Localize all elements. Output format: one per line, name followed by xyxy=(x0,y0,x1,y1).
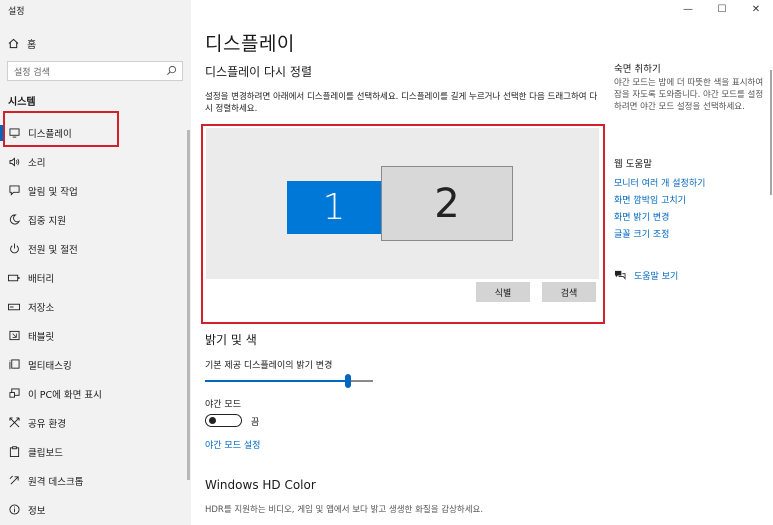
info-icon xyxy=(8,504,20,516)
maximize-button[interactable]: ☐ xyxy=(705,0,739,18)
brightness-label: 기본 제공 디스플레이의 밝기 변경 xyxy=(205,361,333,371)
help-link-multiple-monitors[interactable]: 모니터 여러 개 설정하기 xyxy=(614,178,705,195)
sleep-better-description: 야간 모드는 밤에 더 따뜻한 색을 표시하여 잠을 자도록 도와줍니다. 야간… xyxy=(614,78,764,112)
help-link-brightness[interactable]: 화면 밝기 변경 xyxy=(614,212,705,229)
sidebar-item-shared[interactable]: 공유 환경 xyxy=(0,408,191,437)
nav-list: 디스플레이 소리 알림 및 작업 집중 지원 전원 및 절전 배터리 저장소 태… xyxy=(0,118,191,524)
web-help-title: 웹 도움말 xyxy=(614,159,652,170)
sidebar-item-label: 저장소 xyxy=(28,302,55,314)
night-mode-label: 야간 모드 xyxy=(205,400,241,410)
app-title: 설정 xyxy=(8,7,25,17)
help-link-font-size[interactable]: 글꼴 크기 조정 xyxy=(614,229,705,246)
brightness-slider[interactable] xyxy=(205,374,373,388)
arrange-title: 디스플레이 다시 정렬 xyxy=(205,65,312,79)
sidebar-item-storage[interactable]: 저장소 xyxy=(0,292,191,321)
help-link-screen-flicker[interactable]: 화면 깜박임 고치기 xyxy=(614,195,705,212)
section-label: 시스템 xyxy=(8,97,36,108)
battery-icon xyxy=(8,272,20,284)
sidebar-item-multitasking[interactable]: 멀티태스킹 xyxy=(0,350,191,379)
window-controls: — ☐ ✕ xyxy=(671,0,773,18)
project-icon xyxy=(8,388,20,400)
multitasking-icon xyxy=(8,359,20,371)
notification-icon xyxy=(8,185,20,197)
get-help-label: 도움말 보기 xyxy=(634,272,679,282)
sidebar-item-label: 소리 xyxy=(28,157,46,169)
sidebar-item-label: 이 PC에 화면 표시 xyxy=(28,389,102,401)
sidebar-item-clipboard[interactable]: 클립보드 xyxy=(0,437,191,466)
power-icon xyxy=(8,243,20,255)
brightness-slider-fill xyxy=(205,380,348,382)
minimize-button[interactable]: — xyxy=(671,0,705,18)
arrangement-highlight-box xyxy=(201,124,605,324)
sidebar-item-remote-desktop[interactable]: 원격 데스크톱 xyxy=(0,466,191,495)
sidebar-item-label: 원격 데스크톱 xyxy=(28,476,84,488)
hdr-description: HDR를 지원하는 비디오, 게임 및 앱에서 보다 밝고 생생한 화질을 감상… xyxy=(205,505,484,515)
sidebar-item-label: 전원 및 절전 xyxy=(28,244,78,256)
moon-icon xyxy=(8,214,20,226)
sidebar-item-project[interactable]: 이 PC에 화면 표시 xyxy=(0,379,191,408)
display-highlight-box xyxy=(3,111,119,147)
search-input[interactable]: 설정 검색 xyxy=(7,61,183,81)
hdr-title: Windows HD Color xyxy=(205,478,316,492)
sidebar-item-label: 태블릿 xyxy=(28,331,55,343)
clipboard-icon xyxy=(8,446,20,458)
speaker-icon xyxy=(8,156,20,168)
search-icon xyxy=(167,65,177,75)
remote-desktop-icon xyxy=(8,475,20,487)
shared-icon xyxy=(8,417,20,429)
tablet-icon xyxy=(8,330,20,342)
get-help-link[interactable]: 도움말 보기 xyxy=(614,269,678,282)
home-icon xyxy=(8,38,19,49)
sidebar-item-label: 홈 xyxy=(27,40,37,51)
right-scrollbar[interactable] xyxy=(770,70,772,195)
sidebar-item-label: 알림 및 작업 xyxy=(28,186,78,198)
sidebar-item-power[interactable]: 전원 및 절전 xyxy=(0,234,191,263)
sidebar-item-label: 정보 xyxy=(28,505,46,517)
sidebar-item-label: 멀티태스킹 xyxy=(28,360,72,372)
arrange-description: 설정을 변경하려면 아래에서 디스플레이를 선택하세요. 디스플레이를 길게 누… xyxy=(205,92,598,114)
night-mode-toggle[interactable] xyxy=(205,414,242,427)
sidebar-item-label: 클립보드 xyxy=(28,447,63,459)
storage-icon xyxy=(8,301,20,313)
sidebar-item-home[interactable]: 홈 xyxy=(8,36,36,51)
toggle-knob xyxy=(209,417,216,424)
close-button[interactable]: ✕ xyxy=(739,0,773,18)
chat-help-icon xyxy=(614,270,626,280)
sidebar-scrollbar[interactable] xyxy=(187,130,190,480)
brightness-slider-thumb[interactable] xyxy=(344,374,351,388)
sidebar: 설정 홈 설정 검색 시스템 디스플레이 소리 알림 및 작업 집중 지원 전원… xyxy=(0,0,191,525)
night-mode-state: 끔 xyxy=(251,418,260,428)
page-title: 디스플레이 xyxy=(205,33,295,55)
sidebar-item-tablet[interactable]: 태블릿 xyxy=(0,321,191,350)
night-mode-settings-link[interactable]: 야간 모드 설정 xyxy=(205,438,260,451)
search-placeholder: 설정 검색 xyxy=(14,67,50,78)
sidebar-item-label: 집중 지원 xyxy=(28,215,66,227)
sidebar-item-focus-assist[interactable]: 집중 지원 xyxy=(0,205,191,234)
sidebar-item-label: 배터리 xyxy=(28,273,55,285)
sidebar-item-about[interactable]: 정보 xyxy=(0,495,191,524)
sidebar-item-notifications[interactable]: 알림 및 작업 xyxy=(0,176,191,205)
sidebar-item-sound[interactable]: 소리 xyxy=(0,147,191,176)
brightness-section-title: 밝기 및 색 xyxy=(205,333,257,347)
sidebar-item-label: 공유 환경 xyxy=(28,418,66,430)
sidebar-item-battery[interactable]: 배터리 xyxy=(0,263,191,292)
web-help-links: 모니터 여러 개 설정하기 화면 깜박임 고치기 화면 밝기 변경 글꼴 크기 … xyxy=(614,178,705,246)
sleep-better-title: 숙면 취하기 xyxy=(614,64,661,75)
